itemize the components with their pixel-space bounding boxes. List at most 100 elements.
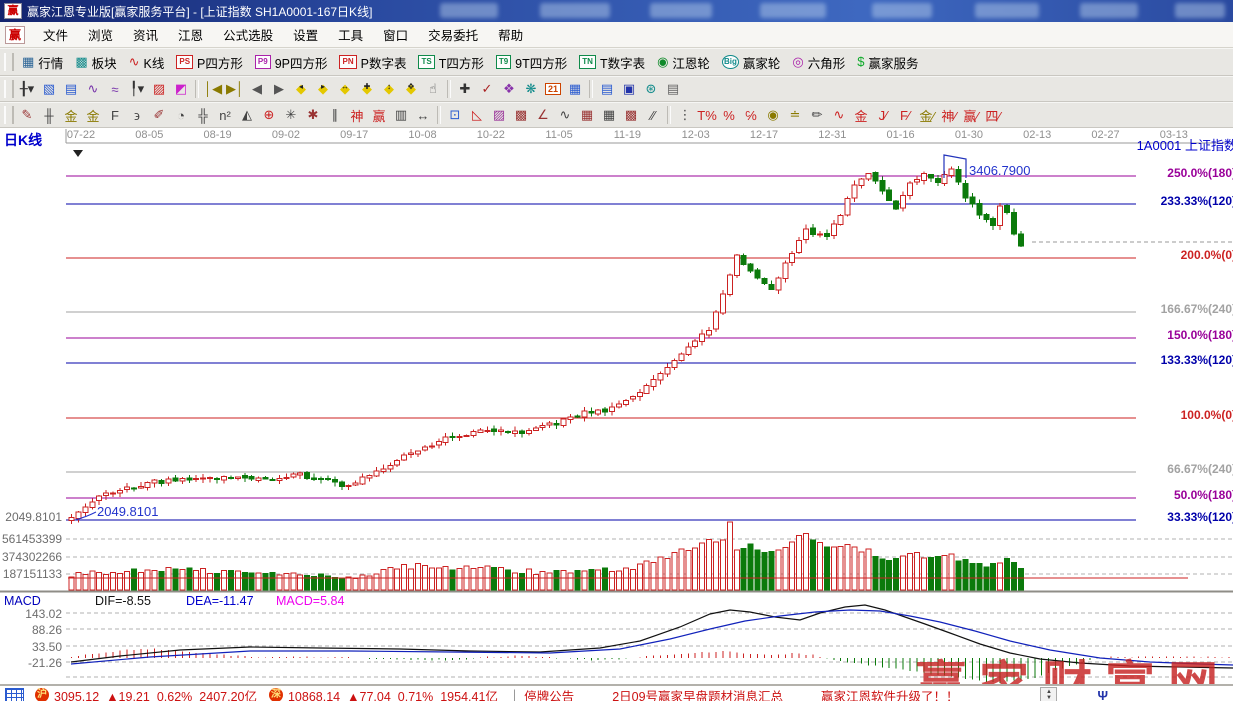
marker-tool-icon[interactable]: ✐	[148, 105, 170, 125]
shenzhen-index-quote[interactable]: 10868.14▲77.040.71%1954.41亿	[288, 686, 505, 701]
shen-tool-icon[interactable]: 神	[346, 105, 368, 125]
box-fan-tool-icon[interactable]: ▨	[488, 105, 510, 125]
note-icon[interactable]: ▤	[60, 79, 82, 99]
n-square-tool-icon[interactable]: n²	[214, 105, 236, 125]
color-histogram-icon[interactable]: ◩	[170, 79, 192, 99]
angle-gold-tool-icon[interactable]: 金∕	[916, 105, 938, 125]
toolbar-item-sectors[interactable]: ▩板块	[69, 51, 122, 74]
k-bracket-tool-icon[interactable]: ∥	[324, 105, 346, 125]
menu-item-9[interactable]: 帮助	[488, 22, 533, 47]
diamond-hexpand-icon[interactable]: ◆↔	[334, 79, 356, 99]
circle-cross-tool-icon[interactable]: ⊕	[258, 105, 280, 125]
ruler-tool-icon[interactable]: ▥	[390, 105, 412, 125]
toolbar-item-p-square[interactable]: PSP四方形	[170, 51, 249, 74]
cycle-circle-tool-icon[interactable]: ◔	[170, 105, 192, 125]
toolbar-handle[interactable]	[4, 53, 14, 71]
crosshair-icon[interactable]: ✚	[454, 79, 476, 99]
toolbar-item-t-square[interactable]: TST四方形	[412, 51, 489, 74]
chart-canvas[interactable]	[0, 128, 1233, 684]
angle-ying-tool-icon[interactable]: 赢∕	[960, 105, 982, 125]
dense-grid2-tool-icon[interactable]: ▦	[598, 105, 620, 125]
toolbar-item-9p-square[interactable]: P99P四方形	[249, 51, 334, 74]
save-icon[interactable]: ▣	[618, 79, 640, 99]
menu-item-8[interactable]: 交易委托	[418, 22, 488, 47]
menu-item-2[interactable]: 资讯	[123, 22, 168, 47]
toolbar-item-t-table[interactable]: TNT数字表	[573, 51, 651, 74]
diamond-cross-icon[interactable]: ◆✚	[356, 79, 378, 99]
report-icon[interactable]: ▤	[596, 79, 618, 99]
gann-grid-tool-icon[interactable]: ╫	[38, 105, 60, 125]
dense-grid-tool-icon[interactable]: ▦	[576, 105, 598, 125]
percent-line-tool-icon[interactable]: ℅	[740, 105, 762, 125]
grid-tool-icon[interactable]: ╬	[192, 105, 214, 125]
menu-item-1[interactable]: 浏览	[78, 22, 123, 47]
macd-pane-label[interactable]: MACD	[4, 594, 41, 608]
wave3-chart-icon[interactable]: ∿	[82, 79, 104, 99]
gann-head-icon[interactable]: ❖	[498, 79, 520, 99]
brush-k-tool-icon[interactable]: ✏	[806, 105, 828, 125]
toolbar-item-winner-service[interactable]: $赢家服务	[851, 51, 924, 74]
wave-box-tool-icon[interactable]: ∿	[828, 105, 850, 125]
box-fan2-tool-icon[interactable]: ▩	[510, 105, 532, 125]
toolbar-item-kline[interactable]: ∿K线	[123, 51, 171, 74]
diamond-allexpand-icon[interactable]: ◆✥	[400, 79, 422, 99]
t-percent-tool-icon[interactable]: T%	[696, 105, 718, 125]
pattern-box-icon[interactable]: ▨	[148, 79, 170, 99]
connection-antenna-icon[interactable]: Ψ	[1097, 688, 1108, 701]
fibonacci-tool-icon[interactable]: F	[104, 105, 126, 125]
trend-box-icon[interactable]: ▧	[38, 79, 60, 99]
calendar-icon[interactable]: 21	[542, 79, 564, 99]
wheel-tool-icon[interactable]: ✳	[280, 105, 302, 125]
angle-line-tool-icon[interactable]: ∠	[532, 105, 554, 125]
diamond-left-icon[interactable]: ◆◂	[290, 79, 312, 99]
quotes-table-icon[interactable]	[5, 688, 24, 701]
toolbar-item-gann-wheel[interactable]: ◉江恩轮	[651, 51, 716, 74]
menu-item-6[interactable]: 工具	[328, 22, 373, 47]
spiral-tool-icon[interactable]: ϶	[126, 105, 148, 125]
menu-item-5[interactable]: 设置	[283, 22, 328, 47]
spider-web-tool-icon[interactable]: ✱	[302, 105, 324, 125]
ticker-item-news[interactable]: 2日09号赢家早盘题材消息汇总	[612, 686, 783, 701]
last-bar-icon[interactable]: ▶│	[224, 79, 246, 99]
prev-bar-icon[interactable]: ◀	[246, 79, 268, 99]
toolbar-item-quotes[interactable]: ▦行情	[16, 51, 69, 74]
single-candle-dropdown-icon[interactable]: ╿▾	[126, 79, 148, 99]
angle-four-tool-icon[interactable]: 四∕	[982, 105, 1004, 125]
ticker-item-upgrade[interactable]: 赢家江恩软件升级了！！	[821, 686, 959, 701]
slash-lines-tool-icon[interactable]: ∕∕	[642, 105, 664, 125]
gold-grid-tool-icon[interactable]: 金	[60, 105, 82, 125]
angle-prism-tool-icon[interactable]: ◭	[236, 105, 258, 125]
toolbar-handle[interactable]	[4, 106, 14, 124]
toolbar-item-9t-square[interactable]: T99T四方形	[490, 51, 573, 74]
price-scale-tool-icon[interactable]: ⋮	[674, 105, 696, 125]
export-icon[interactable]: ⊛	[640, 79, 662, 99]
brain-icon[interactable]: ❋	[520, 79, 542, 99]
toolbar-item-winner-wheel[interactable]: Big赢家轮	[716, 51, 786, 74]
diamond-vexpand-icon[interactable]: ◆↕	[378, 79, 400, 99]
menu-item-7[interactable]: 窗口	[373, 22, 418, 47]
angle-shen-tool-icon[interactable]: 神∕	[938, 105, 960, 125]
spinner-control[interactable]: ▲▼	[1040, 687, 1057, 701]
menu-item-4[interactable]: 公式选股	[213, 22, 283, 47]
grid-x-tool-icon[interactable]: ▩	[620, 105, 642, 125]
kline-period-label[interactable]: 日K线	[4, 130, 42, 150]
pointer-check-icon[interactable]: ✓	[476, 79, 498, 99]
hand-tool-icon[interactable]: ☝	[422, 79, 444, 99]
width-arrow-tool-icon[interactable]: ↔	[412, 105, 434, 125]
gold-grid2-tool-icon[interactable]: 金	[82, 105, 104, 125]
shanghai-index-quote[interactable]: 3095.12▲19.210.62%2407.20亿	[54, 686, 264, 701]
first-bar-icon[interactable]: │◀	[202, 79, 224, 99]
ticker-item-announcement[interactable]: 停牌公告	[524, 686, 574, 701]
next-bar-icon[interactable]: ▶	[268, 79, 290, 99]
wave9-chart-icon[interactable]: ≈	[104, 79, 126, 99]
calculator-icon[interactable]: ▦	[564, 79, 586, 99]
gold-box-tool-icon[interactable]: 金	[850, 105, 872, 125]
ying-tool-icon[interactable]: 赢	[368, 105, 390, 125]
angle-j-tool-icon[interactable]: J∕	[872, 105, 894, 125]
pencil-tool-icon[interactable]: ✎	[16, 105, 38, 125]
gold-line-tool-icon[interactable]: ≐	[784, 105, 806, 125]
angle-f-tool-icon[interactable]: F∕	[894, 105, 916, 125]
print-icon[interactable]: ▤	[662, 79, 684, 99]
diamond-right-icon[interactable]: ◆▸	[312, 79, 334, 99]
toolbar-item-p-table[interactable]: PNP数字表	[333, 51, 412, 74]
